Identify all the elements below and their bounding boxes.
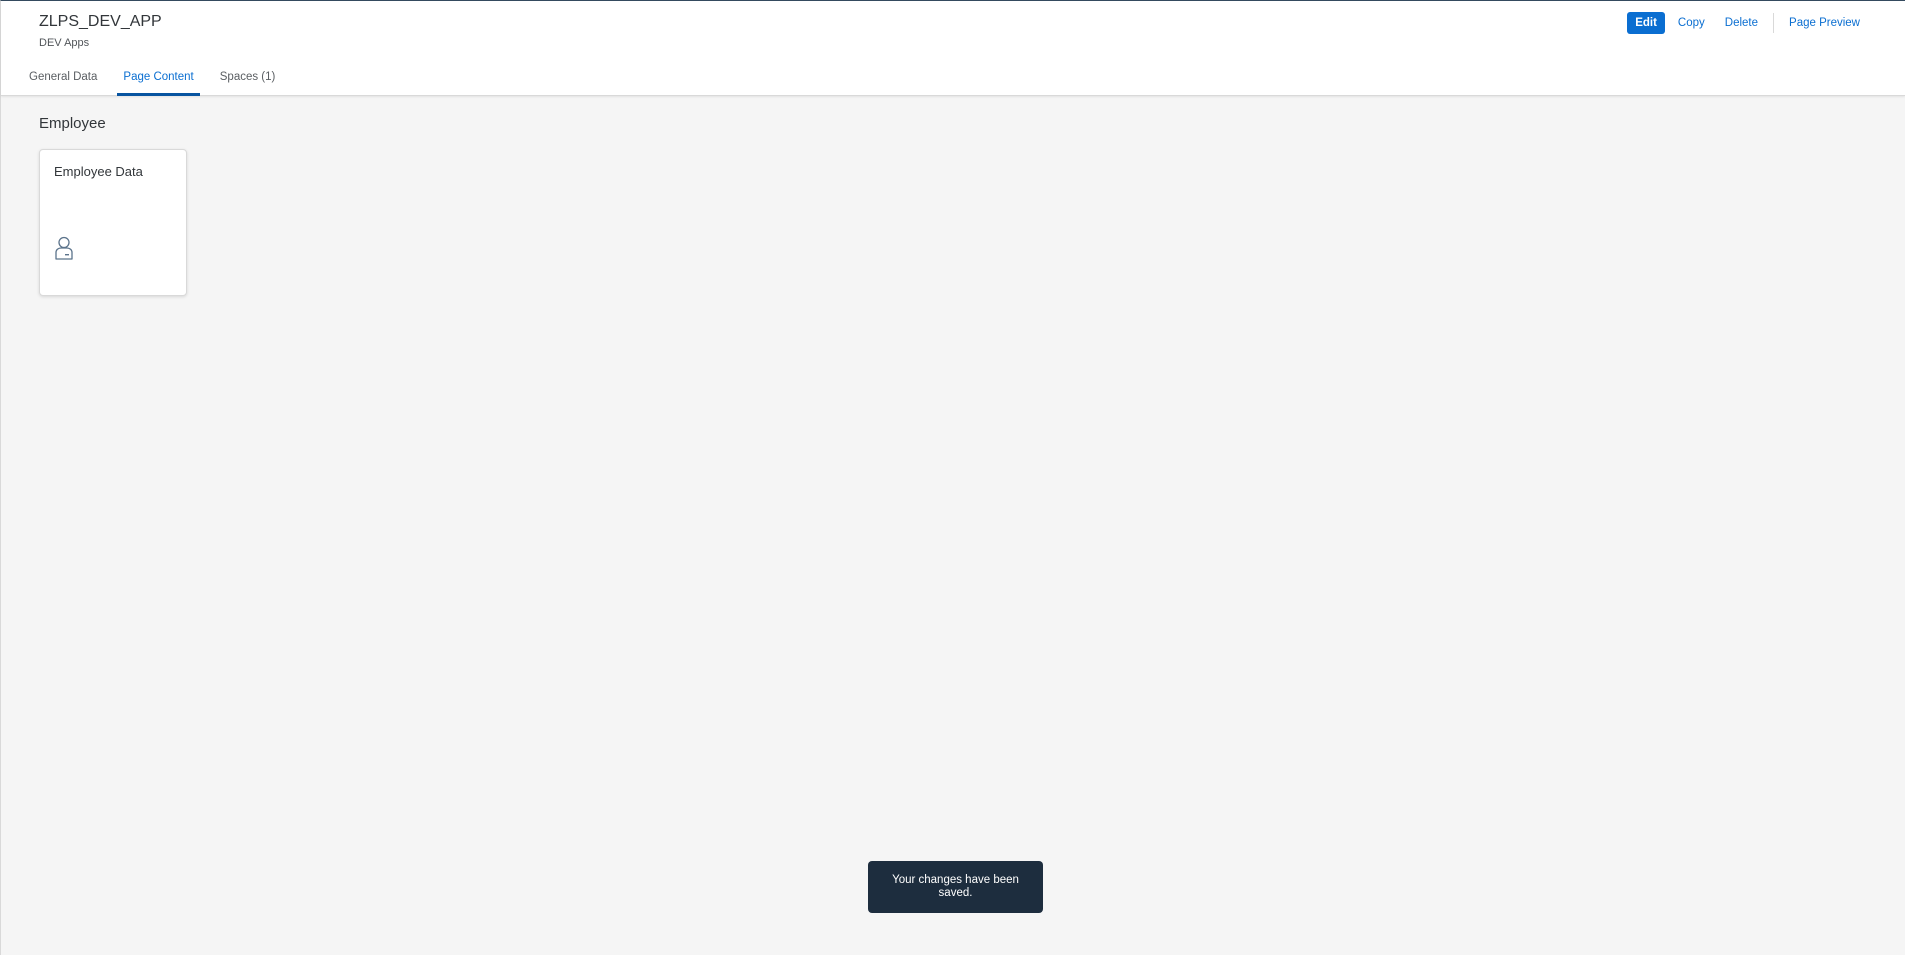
tab-bar: General Data Page Content Spaces (1) — [21, 61, 293, 96]
delete-button[interactable]: Delete — [1718, 12, 1765, 34]
tab-general-data[interactable]: General Data — [21, 61, 105, 95]
header-actions: Edit Copy Delete Page Preview — [1627, 12, 1867, 34]
tab-spaces[interactable]: Spaces (1) — [212, 61, 284, 95]
employee-icon — [54, 236, 74, 260]
app-frame: ZLPS_DEV_APP DEV Apps Edit Copy Delete P… — [0, 0, 1905, 955]
tab-page-content[interactable]: Page Content — [115, 61, 201, 96]
copy-button[interactable]: Copy — [1671, 12, 1712, 34]
actions-separator — [1773, 13, 1775, 33]
section-title: Employee — [39, 115, 106, 132]
tile-employee-data[interactable]: Employee Data — [39, 149, 187, 296]
page-preview-button[interactable]: Page Preview — [1782, 12, 1867, 34]
page-header: ZLPS_DEV_APP DEV Apps Edit Copy Delete P… — [1, 1, 1905, 96]
edit-button[interactable]: Edit — [1627, 12, 1665, 34]
tile-title: Employee Data — [54, 164, 143, 179]
page-subtitle: DEV Apps — [39, 37, 90, 49]
toast-message: Your changes have been saved. — [868, 861, 1043, 913]
page-title: ZLPS_DEV_APP — [39, 13, 162, 30]
